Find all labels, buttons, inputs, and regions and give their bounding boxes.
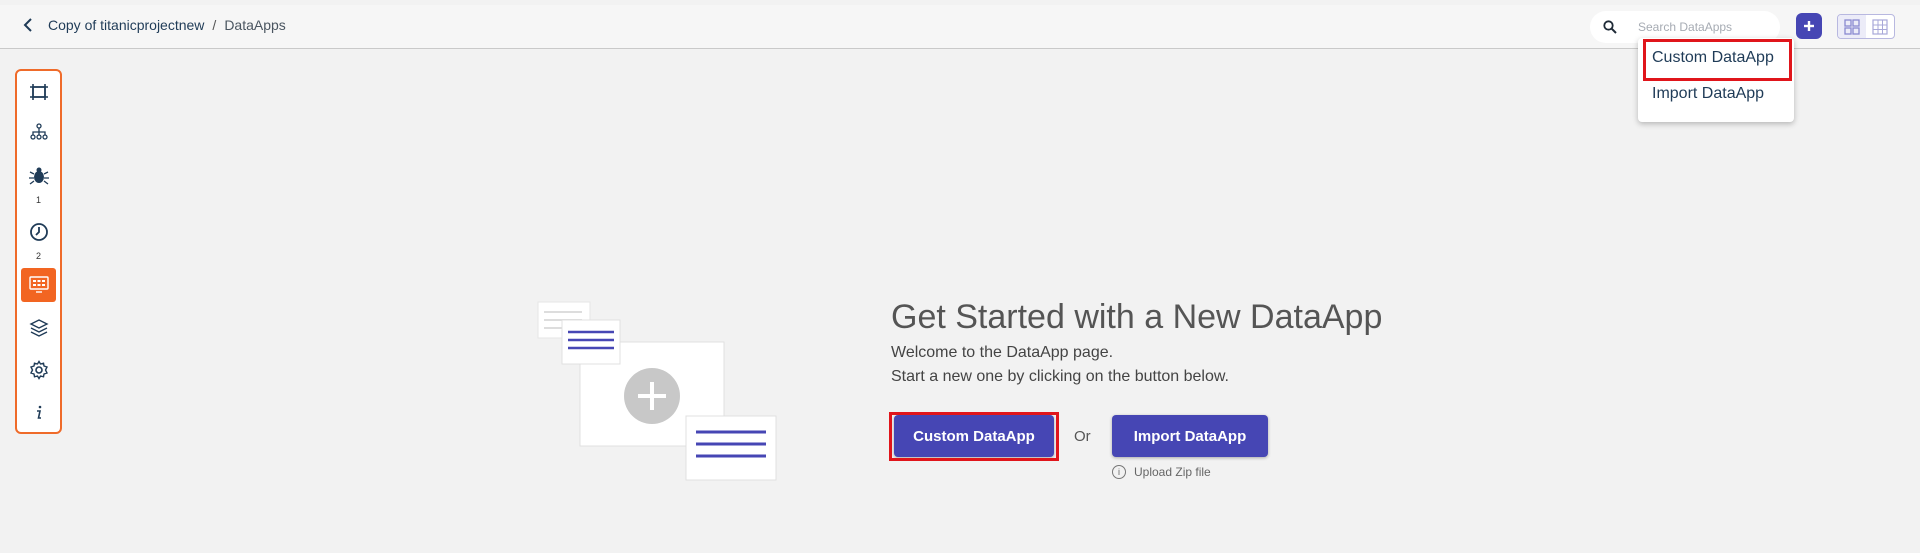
info-circle-icon: i <box>1112 465 1126 479</box>
bug-count: 1 <box>35 195 41 205</box>
left-sidebar: 1 2 <box>15 69 62 434</box>
add-dataapp-menu: Custom DataApp Import DataApp <box>1638 38 1794 122</box>
import-dataapp-button[interactable]: Import DataApp <box>1112 415 1268 457</box>
page-title: Get Started with a New DataApp <box>891 298 1383 336</box>
sidebar-item-history[interactable] <box>21 215 56 249</box>
grid-view-button[interactable] <box>1838 15 1866 38</box>
sidebar-item-info[interactable] <box>21 395 56 429</box>
welcome-text: Welcome to the DataApp page. <box>891 344 1114 361</box>
top-header: Copy of titanicprojectnew / DataApps <box>0 5 1920 49</box>
breadcrumb-separator: / <box>212 17 217 33</box>
menu-item-import-dataapp[interactable]: Import DataApp <box>1638 78 1794 110</box>
plus-icon <box>1804 21 1814 31</box>
sidebar-item-layers[interactable] <box>21 311 56 345</box>
add-dataapp-button[interactable] <box>1796 13 1822 39</box>
or-label: Or <box>1074 428 1091 445</box>
history-count: 2 <box>35 251 41 261</box>
back-button[interactable] <box>18 15 38 35</box>
empty-state-illustration <box>537 301 777 481</box>
grid-view-icon <box>1844 18 1860 35</box>
custom-dataapp-button[interactable]: Custom DataApp <box>894 415 1054 457</box>
table-view-button[interactable] <box>1866 15 1894 38</box>
upload-hint-text: Upload Zip file <box>1134 465 1211 479</box>
canvas-icon <box>29 84 48 100</box>
chevron-left-icon <box>23 18 32 32</box>
breadcrumb-project-link[interactable]: Copy of titanicprojectnew <box>48 17 204 33</box>
upload-hint: i Upload Zip file <box>1112 465 1211 479</box>
dataapp-icon <box>28 276 49 293</box>
gear-icon <box>29 360 48 380</box>
sidebar-item-hierarchy[interactable] <box>21 115 56 149</box>
search-icon <box>1600 17 1620 37</box>
clock-icon <box>29 223 48 241</box>
view-toggle <box>1837 14 1895 39</box>
breadcrumb-current: DataApps <box>224 17 286 33</box>
search-input[interactable] <box>1638 20 1778 34</box>
bug-icon <box>28 167 49 185</box>
sidebar-item-bug[interactable] <box>21 159 56 193</box>
breadcrumb: Copy of titanicprojectnew / DataApps <box>48 17 286 33</box>
info-icon <box>36 405 41 419</box>
sidebar-item-settings[interactable] <box>21 353 56 387</box>
sidebar-item-canvas[interactable] <box>21 75 56 109</box>
layers-icon <box>28 319 49 337</box>
table-view-icon <box>1872 18 1888 35</box>
sidebar-item-dataapps[interactable] <box>21 268 56 302</box>
menu-item-custom-dataapp[interactable]: Custom DataApp <box>1638 42 1794 74</box>
hierarchy-icon <box>29 123 48 140</box>
instructions-text: Start a new one by clicking on the butto… <box>891 368 1229 385</box>
